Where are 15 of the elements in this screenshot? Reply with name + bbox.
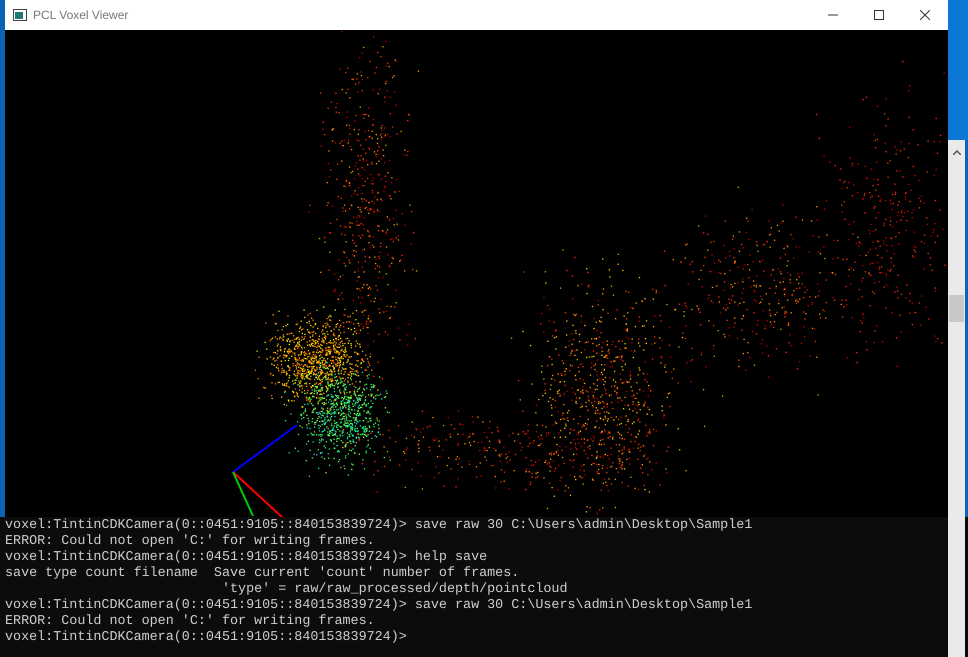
console-line: voxel:TintinCDKCamera(0::0451:9105::840153839724)> bbox=[5, 630, 407, 646]
scrollbar[interactable] bbox=[948, 140, 965, 517]
app-icon bbox=[13, 9, 27, 21]
close-icon bbox=[920, 10, 930, 20]
scroll-up-icon[interactable] bbox=[952, 150, 960, 155]
console-line: voxel:TintinCDKCamera(0::0451:9105::840153839724)> save raw 30 C:\Users\admin\Desktop\Sample1 bbox=[5, 518, 752, 534]
console-line: ERROR: Could not open 'C:' for writing frames. bbox=[5, 534, 375, 550]
console-line: 'type' = raw/raw_processed/depth/pointcloud bbox=[220, 582, 568, 598]
console-line: save type count filename Save current 'count' number of frames. bbox=[5, 566, 520, 582]
scrollbar-thumb[interactable] bbox=[949, 295, 964, 322]
console-line: voxel:TintinCDKCamera(0::0451:9105::840153839724)> save raw 30 C:\Users\admin\Desktop\Sample1 bbox=[5, 598, 752, 614]
maximize-icon bbox=[874, 10, 884, 20]
window-title: PCL Voxel Viewer bbox=[33, 7, 128, 24]
console-line: ERROR: Could not open 'C:' for writing frames. bbox=[5, 614, 375, 630]
console-line: voxel:TintinCDKCamera(0::0451:9105::840153839724)> help save bbox=[5, 550, 488, 566]
